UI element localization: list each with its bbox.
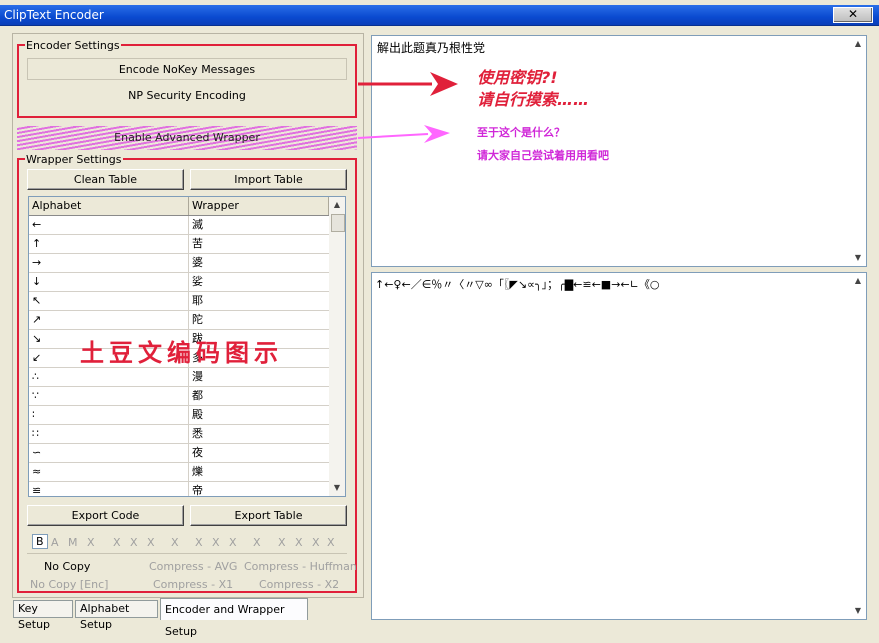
red-annotation-line1: 使用密钥?!	[477, 68, 558, 87]
pink-annotation-line2: 请大家自己尝试着用用看吧	[477, 149, 609, 162]
annotation-arrows	[357, 72, 458, 143]
pink-annotation-line1: 至于这个是什么？	[477, 126, 565, 139]
red-annotation-line2: 请自行摸索……	[477, 90, 590, 109]
red-arrow	[358, 72, 458, 96]
pink-arrow	[357, 125, 450, 143]
